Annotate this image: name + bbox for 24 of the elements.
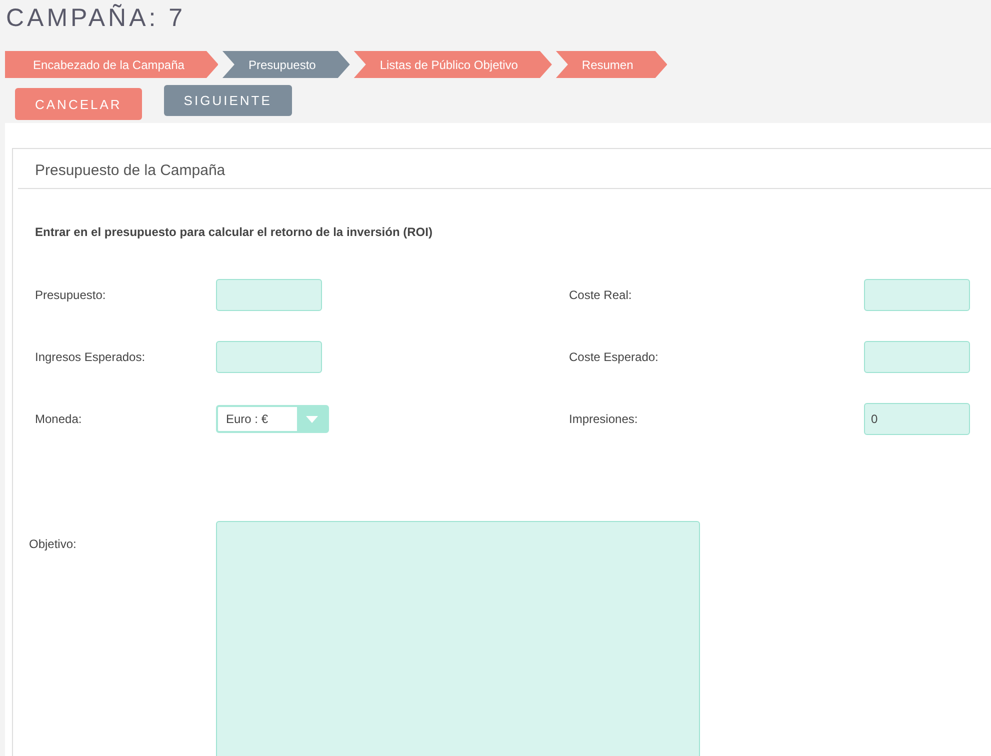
- input-field[interactable]: [864, 341, 970, 373]
- field-label: Objetivo:: [29, 536, 78, 553]
- input-field[interactable]: [216, 341, 322, 373]
- field-label: Impresiones:: [569, 412, 639, 426]
- input-field[interactable]: 0: [864, 403, 970, 435]
- next-button[interactable]: SIGUIENTE: [164, 85, 292, 116]
- wizard-step[interactable]: Encabezado de la Campaña: [5, 51, 218, 78]
- field-label: Coste Real:: [569, 288, 633, 302]
- panel-title: Presupuesto de la Campaña: [18, 149, 991, 189]
- field-label: Ingresos Esperados:: [35, 350, 146, 364]
- intro-text: Entrar en el presupuesto para calcular el retorno de la inversión (ROI): [35, 225, 434, 239]
- input-field[interactable]: [864, 279, 970, 311]
- input-field[interactable]: [216, 279, 322, 311]
- cancel-button[interactable]: CANCELAR: [15, 88, 142, 120]
- currency-select[interactable]: Euro : €: [216, 405, 329, 433]
- field-label: Coste Esperado:: [569, 350, 660, 364]
- wizard-step[interactable]: Presupuesto: [222, 51, 350, 78]
- page-title: CAMPAÑA: 7: [6, 4, 187, 33]
- caret-icon: [306, 416, 318, 422]
- wizard-step[interactable]: Listas de Público Objetivo: [354, 51, 552, 78]
- objective-field[interactable]: [216, 521, 700, 756]
- field-label: Presupuesto:: [35, 288, 107, 302]
- wizard-step[interactable]: Resumen: [556, 51, 668, 78]
- field-label: Moneda:: [35, 412, 83, 426]
